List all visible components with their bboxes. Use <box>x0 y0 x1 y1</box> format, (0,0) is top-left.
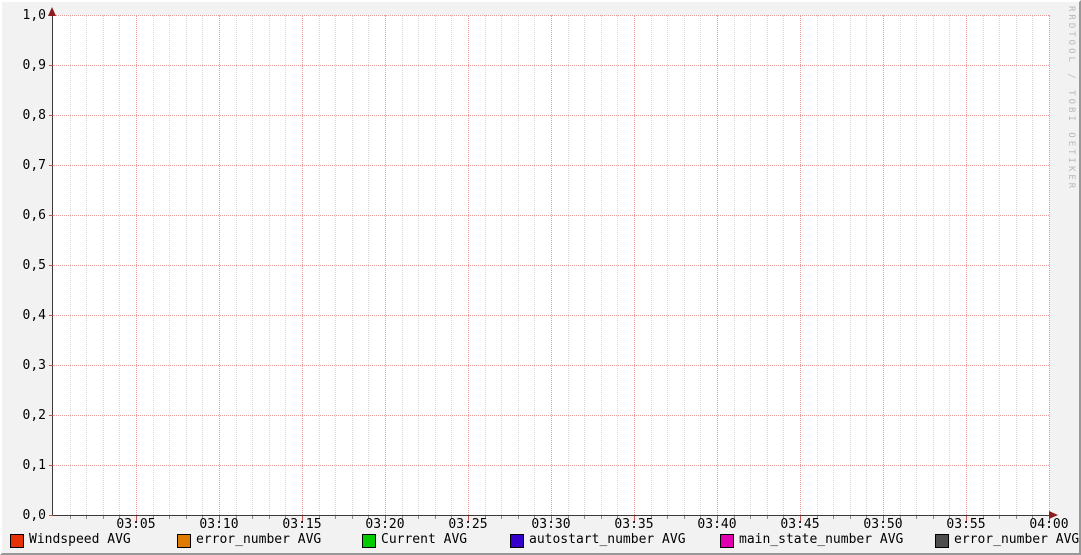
h-gridline-major <box>53 165 1049 166</box>
x-tick-minor <box>103 516 104 519</box>
legend-label: Current AVG <box>381 532 468 547</box>
y-axis <box>52 11 53 516</box>
x-tick-minor <box>601 516 602 519</box>
legend-label: error_number AVG <box>196 532 322 547</box>
legend-label: error_number AVG <box>954 532 1080 547</box>
y-axis-label: 0,0 <box>22 508 46 523</box>
y-tick-major <box>49 215 53 216</box>
x-tick-minor <box>418 516 419 519</box>
h-gridline-major <box>53 465 1049 466</box>
x-tick-minor <box>667 516 668 519</box>
h-gridline-major <box>53 65 1049 66</box>
legend-swatch <box>362 534 376 548</box>
x-axis-label: 03:50 <box>863 517 903 532</box>
x-axis-label: 03:20 <box>365 517 405 532</box>
x-tick-minor <box>684 516 685 519</box>
x-axis-label: 03:25 <box>448 517 488 532</box>
x-axis-label: 03:45 <box>780 517 820 532</box>
y-tick-major <box>49 315 53 316</box>
x-tick-minor <box>252 516 253 519</box>
x-axis-label: 03:40 <box>697 517 737 532</box>
x-tick-minor <box>335 516 336 519</box>
h-gridline-major <box>53 365 1049 366</box>
x-tick-minor <box>501 516 502 519</box>
y-axis-arrow-icon <box>48 7 56 16</box>
x-tick-minor <box>269 516 270 519</box>
legend-swatch <box>935 534 949 548</box>
y-tick-major <box>49 265 53 266</box>
x-tick-minor <box>833 516 834 519</box>
y-axis-label: 0,8 <box>22 108 46 123</box>
y-axis-label: 0,9 <box>22 58 46 73</box>
x-tick-minor <box>169 516 170 519</box>
y-axis-label: 1,0 <box>22 8 46 23</box>
legend-label: main_state_number AVG <box>739 532 904 547</box>
legend-label: autostart_number AVG <box>529 532 686 547</box>
y-tick-major <box>49 65 53 66</box>
x-axis-label: 04:00 <box>1029 517 1069 532</box>
x-axis-label: 03:05 <box>116 517 156 532</box>
y-tick-major <box>49 415 53 416</box>
x-axis-label: 03:15 <box>282 517 322 532</box>
x-axis-label: 03:30 <box>531 517 571 532</box>
x-tick-minor <box>1016 516 1017 519</box>
x-tick-minor <box>850 516 851 519</box>
x-tick-minor <box>933 516 934 519</box>
h-gridline-major <box>53 315 1049 316</box>
x-axis-label: 03:55 <box>946 517 986 532</box>
y-axis-label: 0,4 <box>22 308 46 323</box>
x-tick-minor <box>352 516 353 519</box>
y-tick-major <box>49 115 53 116</box>
v-gridline-major <box>1049 15 1050 515</box>
y-tick-major <box>49 365 53 366</box>
legend-swatch <box>177 534 191 548</box>
x-tick-minor <box>186 516 187 519</box>
y-tick-major <box>49 465 53 466</box>
y-axis-label: 0,5 <box>22 258 46 273</box>
x-axis-label: 03:35 <box>614 517 654 532</box>
x-tick-minor <box>86 516 87 519</box>
x-tick-minor <box>584 516 585 519</box>
x-tick-minor <box>518 516 519 519</box>
h-gridline-major <box>53 265 1049 266</box>
x-tick-minor <box>999 516 1000 519</box>
y-axis-label: 0,2 <box>22 408 46 423</box>
y-axis-label: 0,6 <box>22 208 46 223</box>
x-tick-minor <box>767 516 768 519</box>
legend-swatch <box>510 534 524 548</box>
h-gridline-major <box>53 115 1049 116</box>
y-axis-label: 0,3 <box>22 358 46 373</box>
x-tick-minor <box>750 516 751 519</box>
watermark-text: RRDTOOL / TOBI OETIKER <box>1066 6 1076 192</box>
x-axis-label: 03:10 <box>199 517 239 532</box>
y-tick-major <box>49 515 53 516</box>
x-tick-minor <box>916 516 917 519</box>
h-gridline-major <box>53 415 1049 416</box>
x-tick-minor <box>70 516 71 519</box>
legend-swatch <box>720 534 734 548</box>
x-axis <box>49 515 1049 516</box>
y-axis-label: 0,7 <box>22 158 46 173</box>
y-tick-major <box>49 165 53 166</box>
rrdtool-graph: 1,0 0,9 0,8 0,7 0,6 0,5 0,4 0,3 0,2 0,1 0,0 03:05 03… <box>0 0 1081 555</box>
legend-swatch <box>10 534 24 548</box>
legend-label: Windspeed AVG <box>29 532 131 547</box>
h-gridline-major <box>53 215 1049 216</box>
x-axis-arrow-icon <box>1049 511 1058 519</box>
y-axis-label: 0,1 <box>22 458 46 473</box>
h-gridline-major <box>53 15 1049 16</box>
x-tick-minor <box>435 516 436 519</box>
